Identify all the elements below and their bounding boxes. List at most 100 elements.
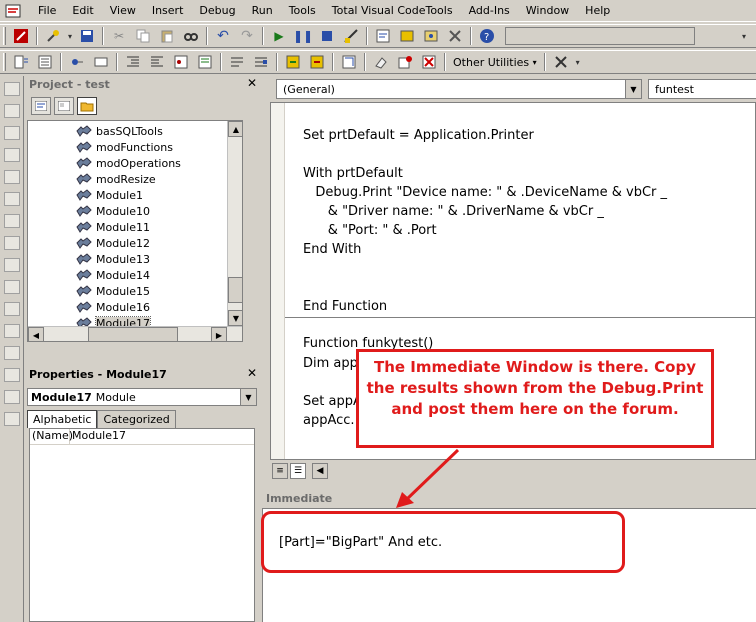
menu-total-visual-codetools[interactable]: Total Visual CodeTools [324, 4, 461, 17]
strip-tool-icon[interactable] [4, 104, 20, 118]
uncomment-block-icon[interactable] [226, 52, 248, 72]
toolbar-grip[interactable] [3, 53, 6, 71]
object-combo[interactable]: (General) ▼ [276, 79, 642, 99]
strip-tool-icon[interactable] [4, 214, 20, 228]
toggle-breakpoint-icon[interactable] [170, 52, 192, 72]
scroll-up-icon[interactable]: ▲ [228, 121, 242, 137]
strip-tool-icon[interactable] [4, 258, 20, 272]
object-browser-icon[interactable] [420, 26, 442, 46]
list-constants-icon[interactable] [34, 52, 56, 72]
menu-tools[interactable]: Tools [281, 4, 324, 17]
tree-item-module[interactable]: modFunctions [76, 139, 173, 155]
indent-icon[interactable] [122, 52, 144, 72]
comment-block-icon[interactable] [194, 52, 216, 72]
menu-help[interactable]: Help [577, 4, 618, 17]
scroll-right-icon[interactable]: ▶ [211, 327, 227, 341]
scroll-thumb[interactable] [228, 277, 242, 303]
eraser-icon[interactable] [370, 52, 392, 72]
other-utilities-menu[interactable]: Other Utilities ▾ [449, 56, 541, 69]
toggle-bookmark-icon[interactable] [250, 52, 272, 72]
reset-icon[interactable] [316, 26, 338, 46]
menu-add-ins[interactable]: Add-Ins [461, 4, 518, 17]
menu-window[interactable]: Window [518, 4, 577, 17]
parameter-info-icon[interactable] [90, 52, 112, 72]
paste-icon[interactable] [156, 26, 178, 46]
view-code-icon[interactable] [31, 97, 51, 115]
previous-bookmark-icon[interactable] [306, 52, 328, 72]
scroll-thumb[interactable] [88, 327, 178, 341]
menu-edit[interactable]: Edit [64, 4, 101, 17]
close-icon[interactable]: ✕ [247, 76, 257, 90]
tree-item-module[interactable]: Module15 [76, 283, 150, 299]
toolbar-grip[interactable] [3, 27, 6, 45]
menu-insert[interactable]: Insert [144, 4, 192, 17]
copy-icon[interactable] [132, 26, 154, 46]
full-module-view-icon[interactable]: ☰ [290, 463, 306, 479]
chevron-down-icon[interactable]: ▾ [574, 52, 582, 72]
strip-tool-icon[interactable] [4, 280, 20, 294]
scroll-down-icon[interactable]: ▼ [228, 310, 242, 326]
scroll-left-icon[interactable]: ◀ [28, 327, 44, 341]
break-icon[interactable]: ❚❚ [292, 26, 314, 46]
help-icon[interactable]: ? [476, 26, 498, 46]
strip-tool-icon[interactable] [4, 302, 20, 316]
tree-item-module[interactable]: Module16 [76, 299, 150, 315]
run-icon[interactable]: ▶ [268, 26, 290, 46]
strip-tool-icon[interactable] [4, 126, 20, 140]
tree-item-module[interactable]: Module11 [76, 219, 150, 235]
menu-run[interactable]: Run [244, 4, 281, 17]
strip-tool-icon[interactable] [4, 148, 20, 162]
strip-tool-icon[interactable] [4, 390, 20, 404]
menu-file[interactable]: File [30, 4, 64, 17]
quick-info-icon[interactable] [66, 52, 88, 72]
project-explorer-icon[interactable] [372, 26, 394, 46]
tree-item-module[interactable]: basSQLTools [76, 123, 163, 139]
strip-tool-icon[interactable] [4, 368, 20, 382]
no-entry-icon[interactable] [394, 52, 416, 72]
view-object-icon[interactable] [54, 97, 74, 115]
toolbox-icon[interactable] [444, 26, 466, 46]
properties-object-select[interactable]: Module17 Module ▼ [27, 388, 257, 406]
strip-tool-icon[interactable] [4, 412, 20, 426]
redo-icon[interactable]: ↷ [236, 26, 258, 46]
menu-debug[interactable]: Debug [191, 4, 243, 17]
tools-icon[interactable] [550, 52, 572, 72]
chevron-down-icon[interactable]: ▾ [66, 26, 74, 46]
toggle-folders-icon[interactable] [77, 97, 97, 115]
strip-tool-icon[interactable] [4, 82, 20, 96]
save-icon[interactable] [76, 26, 98, 46]
toolbar-options-icon[interactable]: ▾ [733, 26, 755, 46]
close-icon[interactable]: ✕ [247, 366, 257, 380]
strip-tool-icon[interactable] [4, 346, 20, 360]
strip-tool-icon[interactable] [4, 324, 20, 338]
find-icon[interactable] [180, 26, 202, 46]
scroll-left-icon[interactable]: ◀ [312, 463, 328, 479]
strip-tool-icon[interactable] [4, 236, 20, 250]
clear-bookmarks-icon[interactable] [338, 52, 360, 72]
chevron-down-icon[interactable]: ▼ [240, 389, 256, 405]
properties-window-icon[interactable] [396, 26, 418, 46]
strip-tool-icon[interactable] [4, 170, 20, 184]
tree-item-module[interactable]: modOperations [76, 155, 181, 171]
tree-item-module[interactable]: Module12 [76, 235, 150, 251]
tree-item-module[interactable]: Module13 [76, 251, 150, 267]
vba-app-icon[interactable] [4, 2, 22, 20]
insert-module-icon[interactable] [42, 26, 64, 46]
project-tree-scrollbar[interactable]: ▲ ▼ [227, 121, 242, 326]
tree-item-module[interactable]: Module10 [76, 203, 150, 219]
undo-icon[interactable]: ↶ [212, 26, 234, 46]
procedure-view-icon[interactable]: ≡ [272, 463, 288, 479]
tree-item-module[interactable]: Module14 [76, 267, 150, 283]
tab-categorized[interactable]: Categorized [97, 410, 176, 428]
chevron-down-icon[interactable]: ▼ [625, 80, 641, 98]
tree-item-module[interactable]: Module1 [76, 187, 143, 203]
outdent-icon[interactable] [146, 52, 168, 72]
delete-icon[interactable] [418, 52, 440, 72]
property-value[interactable]: Module17 [70, 429, 126, 444]
list-properties-icon[interactable] [10, 52, 32, 72]
access-view-icon[interactable] [10, 26, 32, 46]
strip-tool-icon[interactable] [4, 192, 20, 206]
next-bookmark-icon[interactable] [282, 52, 304, 72]
property-row[interactable]: (Name) Module17 [30, 429, 254, 445]
menu-view[interactable]: View [102, 4, 144, 17]
